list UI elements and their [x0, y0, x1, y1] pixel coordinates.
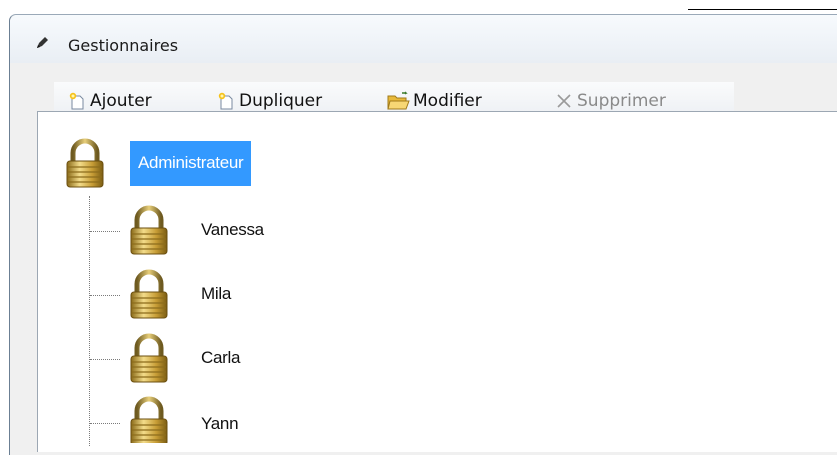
- padlock-icon: [126, 269, 172, 319]
- open-folder-icon: [387, 91, 410, 110]
- tree-node-root[interactable]: Administrateur: [62, 138, 252, 188]
- title-bar[interactable]: Gestionnaires: [10, 15, 837, 63]
- window-title: Gestionnaires: [68, 36, 179, 55]
- tree-node-child[interactable]: Carla: [126, 333, 240, 383]
- close-icon: [557, 94, 571, 108]
- tree-node-label: Vanessa: [201, 220, 264, 239]
- tree-connector-line: [90, 231, 120, 232]
- tree-connector-line: [90, 423, 120, 424]
- delete-label: Supprimer: [577, 91, 666, 111]
- edit-label: Modifier: [413, 91, 482, 111]
- tree-node-label: Administrateur: [130, 140, 252, 186]
- pencil-icon: [37, 37, 48, 48]
- duplicate-label: Dupliquer: [239, 91, 323, 111]
- tree-node-label: Carla: [201, 348, 241, 367]
- padlock-icon: [62, 138, 108, 188]
- padlock-icon: [126, 205, 172, 255]
- tree-connector-line: [90, 359, 120, 360]
- tree-node-label: Mila: [201, 284, 231, 303]
- tree-node-child[interactable]: Mila: [126, 269, 231, 319]
- padlock-icon: [126, 396, 172, 443]
- window-edge-line: [688, 9, 837, 10]
- add-label: Ajouter: [90, 91, 152, 111]
- tree-connector-line: [89, 196, 90, 446]
- tree-node-label: Yann: [201, 414, 239, 433]
- tree-connector-line: [90, 295, 120, 296]
- new-document-icon: [69, 92, 84, 110]
- tree-node-child[interactable]: Vanessa: [126, 205, 264, 255]
- padlock-icon: [126, 333, 172, 383]
- tree-node-child[interactable]: Yann: [126, 396, 238, 443]
- new-document-icon: [218, 92, 233, 110]
